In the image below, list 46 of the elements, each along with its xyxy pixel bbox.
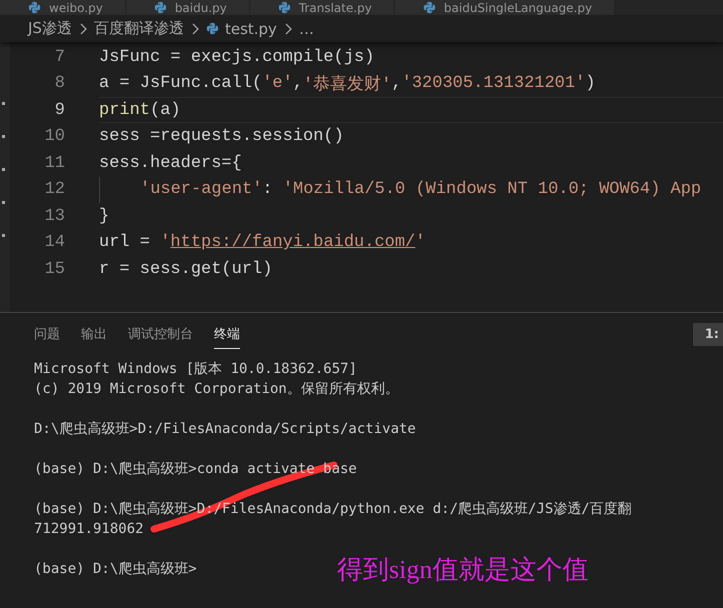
- terminal-line: (base) D:\爬虫高级班>conda activate base: [34, 460, 357, 479]
- python-file-icon: [28, 1, 41, 14]
- code-line: url = 'https://fanyi.baidu.com/': [99, 232, 426, 254]
- python-file-icon: [278, 1, 291, 14]
- code-line: 'user-agent': 'Mozilla/5.0 (Windows NT 10.0; WOW64) App: [140, 179, 702, 202]
- chevron-right-icon: [190, 22, 199, 34]
- python-file-icon: [422, 1, 436, 14]
- editor-tab[interactable]: weibo.py: [0, 0, 126, 15]
- panel-tab[interactable]: 调试控制台: [128, 325, 193, 349]
- code-line: a = JsFunc.call('e','恭喜发财','320305.131321201'): [99, 73, 596, 96]
- chevron-right-icon: [284, 22, 292, 34]
- editor-tab[interactable]: Translate.py: [250, 0, 395, 15]
- python-file-icon: [206, 22, 219, 35]
- panel-tab[interactable]: 终端: [214, 325, 240, 349]
- line-number: 13: [44, 206, 65, 226]
- breadcrumb-folder[interactable]: JS渗透: [28, 19, 72, 38]
- line-number: 11: [44, 154, 65, 173]
- terminal-selector[interactable]: 1:: [692, 323, 723, 346]
- code-line: sess.headers={: [99, 152, 243, 175]
- annotation-text: 得到sign值就是这个值: [337, 554, 588, 586]
- line-number: 7: [54, 48, 65, 67]
- line-number: 10: [44, 127, 65, 146]
- code-line: sess =requests.session(): [99, 126, 345, 148]
- line-number: 14: [44, 233, 65, 252]
- terminal-line: (base) D:\爬虫高级班>: [34, 560, 197, 579]
- line-number: 12: [44, 180, 65, 200]
- chevron-right-icon: [78, 22, 87, 34]
- editor-tab[interactable]: baiduSingleLanguage.py: [394, 0, 616, 15]
- terminal-line: D:\爬虫高级班>D:/FilesAnaconda/Scripts/activate: [34, 420, 416, 439]
- code-line: JsFunc = execjs.compile(js): [99, 46, 376, 69]
- panel-tab[interactable]: 输出: [81, 325, 107, 349]
- code-line: r = sess.get(url): [99, 258, 274, 281]
- editor-tab[interactable]: baidu.py: [126, 0, 250, 15]
- terminal-line: Microsoft Windows [版本 10.0.18362.657]: [34, 360, 358, 379]
- line-number: 9: [54, 100, 65, 120]
- breadcrumb-file[interactable]: test.py: [206, 20, 277, 38]
- terminal-line: 712991.918062: [34, 520, 144, 539]
- panel-tab[interactable]: 问题: [34, 325, 60, 349]
- code-line: }: [99, 206, 110, 228]
- line-number: 8: [54, 74, 65, 94]
- code-line: print(a): [99, 97, 723, 124]
- breadcrumb-folder[interactable]: 百度翻译渗透: [94, 19, 184, 38]
- breadcrumb-more[interactable]: …: [298, 20, 314, 38]
- python-file-icon: [154, 1, 167, 14]
- line-number: 15: [44, 260, 65, 279]
- terminal-line: (c) 2019 Microsoft Corporation。保留所有权利。: [34, 380, 399, 399]
